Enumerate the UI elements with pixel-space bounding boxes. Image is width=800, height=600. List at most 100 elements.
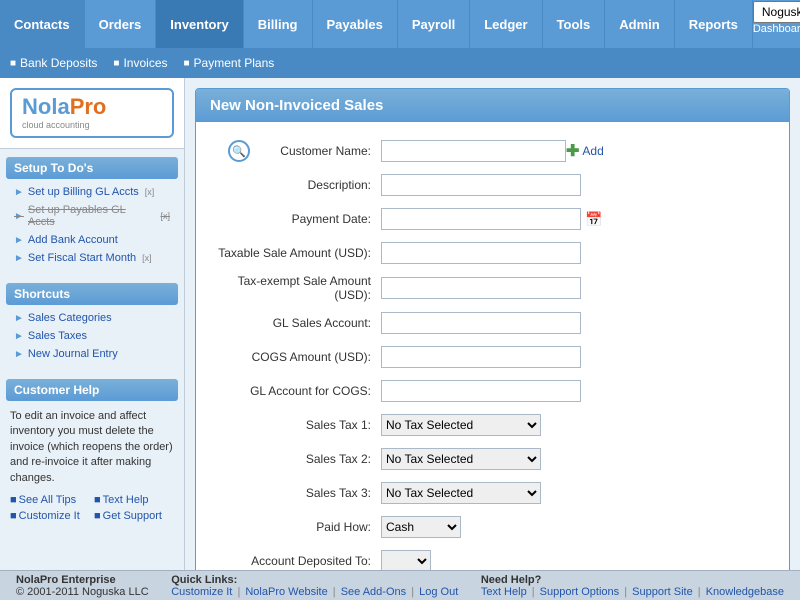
- setup-billing-gl[interactable]: ► Set up Billing GL Accts [x]: [6, 183, 178, 201]
- paid-how-row: Paid How: Cash: [216, 514, 769, 540]
- tab-contacts[interactable]: Contacts: [0, 0, 85, 48]
- get-support-link[interactable]: ■ Get Support: [94, 510, 174, 522]
- footer-logout-link[interactable]: Log Out: [419, 586, 458, 598]
- sales-tax3-select[interactable]: No Tax Selected Tax Selected: [381, 482, 541, 504]
- gl-sales-row: GL Sales Account:: [216, 310, 769, 336]
- needhelp-label: Need Help?: [481, 574, 784, 586]
- arrow-icon: ►: [14, 211, 24, 222]
- footer-customize-link[interactable]: Customize It: [171, 586, 232, 598]
- shortcuts-title: Shortcuts: [6, 283, 178, 305]
- tab-billing[interactable]: Billing: [244, 0, 313, 48]
- payment-icon: ■: [184, 58, 190, 69]
- calendar-icon[interactable]: 📅: [585, 211, 602, 228]
- logo-box: NolaPro cloud accounting: [10, 88, 174, 138]
- payment-date-input[interactable]: 2011-07-01: [381, 208, 581, 230]
- setup-fiscal-start[interactable]: ► Set Fiscal Start Month [x]: [6, 249, 178, 267]
- paid-how-label: Paid How:: [216, 520, 381, 534]
- tips-icon: ■: [10, 494, 17, 506]
- description-input[interactable]: [381, 174, 581, 196]
- search-icon[interactable]: 🔍: [228, 140, 250, 162]
- tab-payroll[interactable]: Payroll: [398, 0, 470, 48]
- text-help-icon: ■: [94, 494, 101, 506]
- see-all-tips-link[interactable]: ■ See All Tips: [10, 494, 90, 506]
- main-layout: NolaPro cloud accounting Setup To Do's ►…: [0, 78, 800, 570]
- form-panel: New Non-Invoiced Sales 🔍 Customer Name: …: [195, 88, 790, 570]
- tax-exempt-label: Tax-exempt Sale Amount (USD):: [216, 274, 381, 302]
- dismiss-badge3[interactable]: [x]: [142, 253, 152, 263]
- footer-nolapro-link[interactable]: NolaPro Website: [245, 586, 327, 598]
- gl-cogs-label: GL Account for COGS:: [216, 384, 381, 398]
- top-bar: Contacts Orders Inventory Billing Payabl…: [0, 0, 800, 48]
- help-text: To edit an invoice and affect inventory …: [6, 405, 178, 490]
- tab-payables[interactable]: Payables: [313, 0, 398, 48]
- sidebar: NolaPro cloud accounting Setup To Do's ►…: [0, 78, 185, 570]
- account-deposited-label: Account Deposited To:: [216, 554, 381, 568]
- shortcuts-section: Shortcuts ► Sales Categories ► Sales Tax…: [6, 283, 178, 363]
- setup-title: Setup To Do's: [6, 157, 178, 179]
- arrow-icon: ►: [14, 349, 24, 360]
- tab-admin[interactable]: Admin: [605, 0, 674, 48]
- subnav-bank-deposits[interactable]: ■ Bank Deposits: [10, 56, 97, 70]
- logo-area: NolaPro cloud accounting: [0, 78, 184, 149]
- logo: NolaPro: [22, 96, 106, 118]
- paid-how-select[interactable]: Cash: [381, 516, 461, 538]
- sales-tax1-label: Sales Tax 1:: [216, 418, 381, 432]
- shortcut-sales-categories[interactable]: ► Sales Categories: [6, 309, 178, 327]
- footer-addons-link[interactable]: See Add-Ons: [341, 586, 406, 598]
- top-right: Noguska LLC Dashboard | Log Out: [753, 1, 800, 47]
- support-icon: ■: [94, 510, 101, 522]
- text-help-link[interactable]: ■ Text Help: [94, 494, 174, 506]
- footer-center: Quick Links: Customize It | NolaPro Webs…: [171, 574, 458, 598]
- sales-tax2-select[interactable]: No Tax Selected Tax Selected: [381, 448, 541, 470]
- dismiss-badge2[interactable]: [x]: [160, 211, 170, 221]
- gl-cogs-input[interactable]: [381, 380, 581, 402]
- invoices-icon: ■: [113, 58, 119, 69]
- logo-pro: Pro: [70, 94, 107, 119]
- tax-exempt-row: Tax-exempt Sale Amount (USD):: [216, 274, 769, 302]
- account-deposited-select[interactable]: [381, 550, 431, 570]
- taxable-sale-input[interactable]: [381, 242, 581, 264]
- tab-orders[interactable]: Orders: [85, 0, 157, 48]
- footer-support-options-link[interactable]: Support Options: [540, 586, 620, 598]
- footer-texthelp-link[interactable]: Text Help: [481, 586, 527, 598]
- tab-ledger[interactable]: Ledger: [470, 0, 542, 48]
- search-icon-area: 🔍: [216, 140, 256, 162]
- footer-knowledgebase-link[interactable]: Knowledgebase: [706, 586, 784, 598]
- customer-help-section: Customer Help To edit an invoice and aff…: [6, 379, 178, 526]
- description-label: Description:: [216, 178, 381, 192]
- footer-right: Need Help? Text Help | Support Options |…: [481, 574, 784, 598]
- content-area: New Non-Invoiced Sales 🔍 Customer Name: …: [185, 78, 800, 570]
- tab-inventory[interactable]: Inventory: [156, 0, 244, 48]
- company-dropdown[interactable]: Noguska LLC: [753, 1, 800, 23]
- tab-tools[interactable]: Tools: [543, 0, 606, 48]
- customer-name-input[interactable]: [381, 140, 566, 162]
- setup-payables-gl[interactable]: ► Set up Payables GL Accts [x]: [6, 201, 178, 231]
- arrow-icon: ►: [14, 235, 24, 246]
- taxable-sale-row: Taxable Sale Amount (USD):: [216, 240, 769, 266]
- customize-link[interactable]: ■ Customize It: [10, 510, 90, 522]
- subnav-payment-plans[interactable]: ■ Payment Plans: [184, 56, 275, 70]
- tax-exempt-input[interactable]: [381, 277, 581, 299]
- company-select[interactable]: Noguska LLC: [753, 1, 800, 23]
- sales-tax1-select[interactable]: No Tax Selected Tax Selected: [381, 414, 541, 436]
- description-row: Description:: [216, 172, 769, 198]
- footer-support-site-link[interactable]: Support Site: [632, 586, 693, 598]
- add-customer-button[interactable]: ✚ Add: [566, 141, 604, 161]
- shortcut-sales-taxes[interactable]: ► Sales Taxes: [6, 327, 178, 345]
- subnav-invoices[interactable]: ■ Invoices: [113, 56, 167, 70]
- payment-date-row: Payment Date: 2011-07-01 📅: [216, 206, 769, 232]
- setup-bank-account[interactable]: ► Add Bank Account: [6, 231, 178, 249]
- dismiss-badge[interactable]: [x]: [145, 187, 155, 197]
- gl-sales-input[interactable]: [381, 312, 581, 334]
- shortcut-new-journal[interactable]: ► New Journal Entry: [6, 345, 178, 363]
- footer-left: NolaPro Enterprise © 2001-2011 Noguska L…: [16, 574, 149, 598]
- account-deposited-row: Account Deposited To:: [216, 548, 769, 570]
- gl-cogs-row: GL Account for COGS:: [216, 378, 769, 404]
- cogs-amount-input[interactable]: [381, 346, 581, 368]
- bank-icon: ■: [10, 58, 16, 69]
- dashboard-link[interactable]: Dashboard: [753, 23, 800, 47]
- top-links: Dashboard | Log Out: [753, 23, 800, 47]
- customer-name-row: 🔍 Customer Name: ✚ Add: [216, 138, 769, 164]
- customer-name-label: Customer Name:: [256, 144, 381, 158]
- tab-reports[interactable]: Reports: [675, 0, 753, 48]
